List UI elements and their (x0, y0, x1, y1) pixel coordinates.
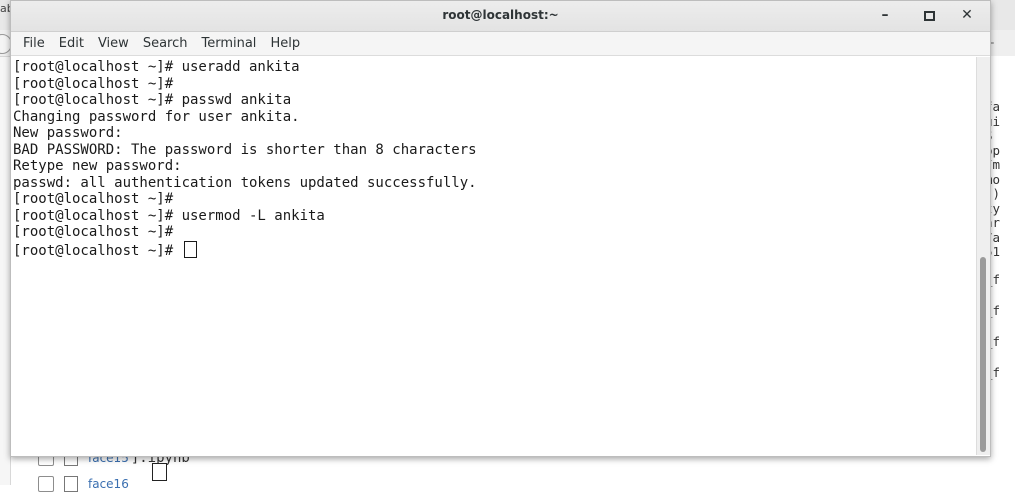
menu-bar: File Edit View Search Terminal Help (11, 32, 990, 56)
close-icon[interactable]: ✕ (953, 3, 981, 29)
terminal-line: [root@localhost ~]# (13, 75, 174, 92)
terminal-window[interactable]: root@localhost:~ – ✕ File Edit View Sear… (10, 0, 991, 457)
terminal-line: Changing password for user ankita. (13, 108, 300, 125)
terminal-line: [root@localhost ~]# passwd ankita (13, 92, 292, 108)
terminal-line: Retype new password: (13, 158, 182, 174)
terminal-lines: [root@localhost ~]# useradd ankita [root@… (13, 59, 477, 259)
title-bar[interactable]: root@localhost:~ – ✕ (11, 1, 990, 32)
terminal-output[interactable]: [root@localhost ~]# useradd ankita [root@… (11, 57, 975, 455)
menu-edit[interactable]: Edit (59, 36, 84, 51)
text-cursor-icon (183, 240, 197, 258)
terminal-line: BAD PASSWORD: The password is shorter th… (13, 141, 477, 158)
terminal-line: New password: (13, 125, 123, 141)
menu-file[interactable]: File (23, 36, 45, 51)
terminal-line: [root@localhost ~]# (13, 191, 174, 207)
menu-view[interactable]: View (98, 36, 129, 51)
checkbox[interactable] (38, 476, 54, 492)
minimize-icon[interactable]: – (871, 3, 899, 29)
menu-search[interactable]: Search (143, 36, 188, 51)
menu-help[interactable]: Help (270, 36, 300, 51)
file-list-row[interactable]: face16 (38, 474, 129, 494)
menu-terminal[interactable]: Terminal (201, 36, 256, 51)
window-title: root@localhost:~ (442, 8, 559, 22)
terminal-line: passwd: all authentication tokens update… (13, 174, 477, 191)
scrollbar-thumb[interactable] (980, 257, 986, 452)
maximize-icon[interactable] (915, 3, 943, 29)
terminal-line: [root@localhost ~]# usermod -L ankita (13, 207, 325, 224)
text-cursor-icon (152, 463, 167, 481)
terminal-line: [root@localhost ~]# (13, 224, 174, 240)
file-icon (64, 476, 78, 492)
terminal-line: [root@localhost ~]# useradd ankita (13, 59, 300, 75)
terminal-line: [root@localhost ~]# (13, 240, 477, 259)
scrollbar[interactable] (976, 57, 990, 455)
file-name-link[interactable]: face16 (88, 477, 129, 491)
